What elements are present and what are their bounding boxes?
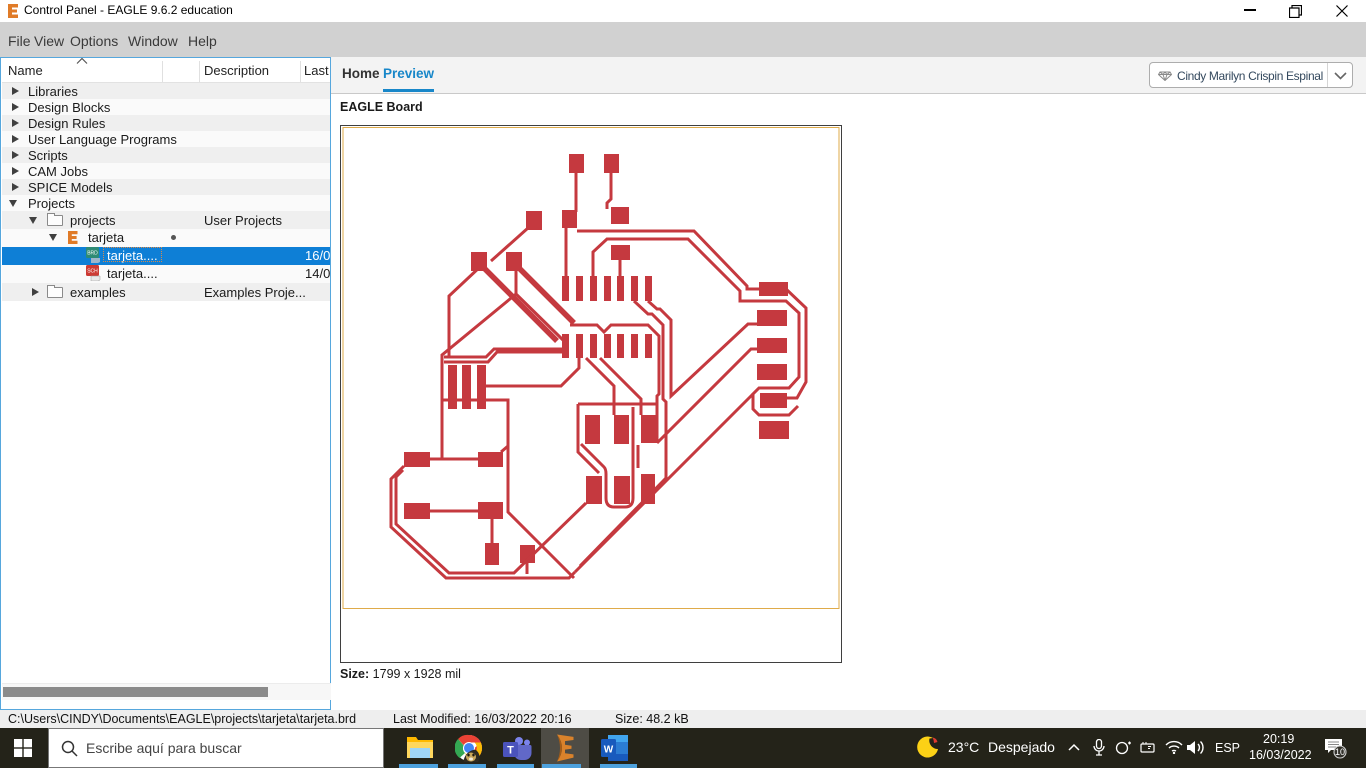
svg-text:W: W (604, 745, 614, 756)
svg-text:T: T (507, 745, 514, 757)
svg-text:10: 10 (1335, 747, 1345, 757)
svg-text:BRD: BRD (87, 251, 98, 257)
svg-text:SCH: SCH (87, 269, 98, 275)
